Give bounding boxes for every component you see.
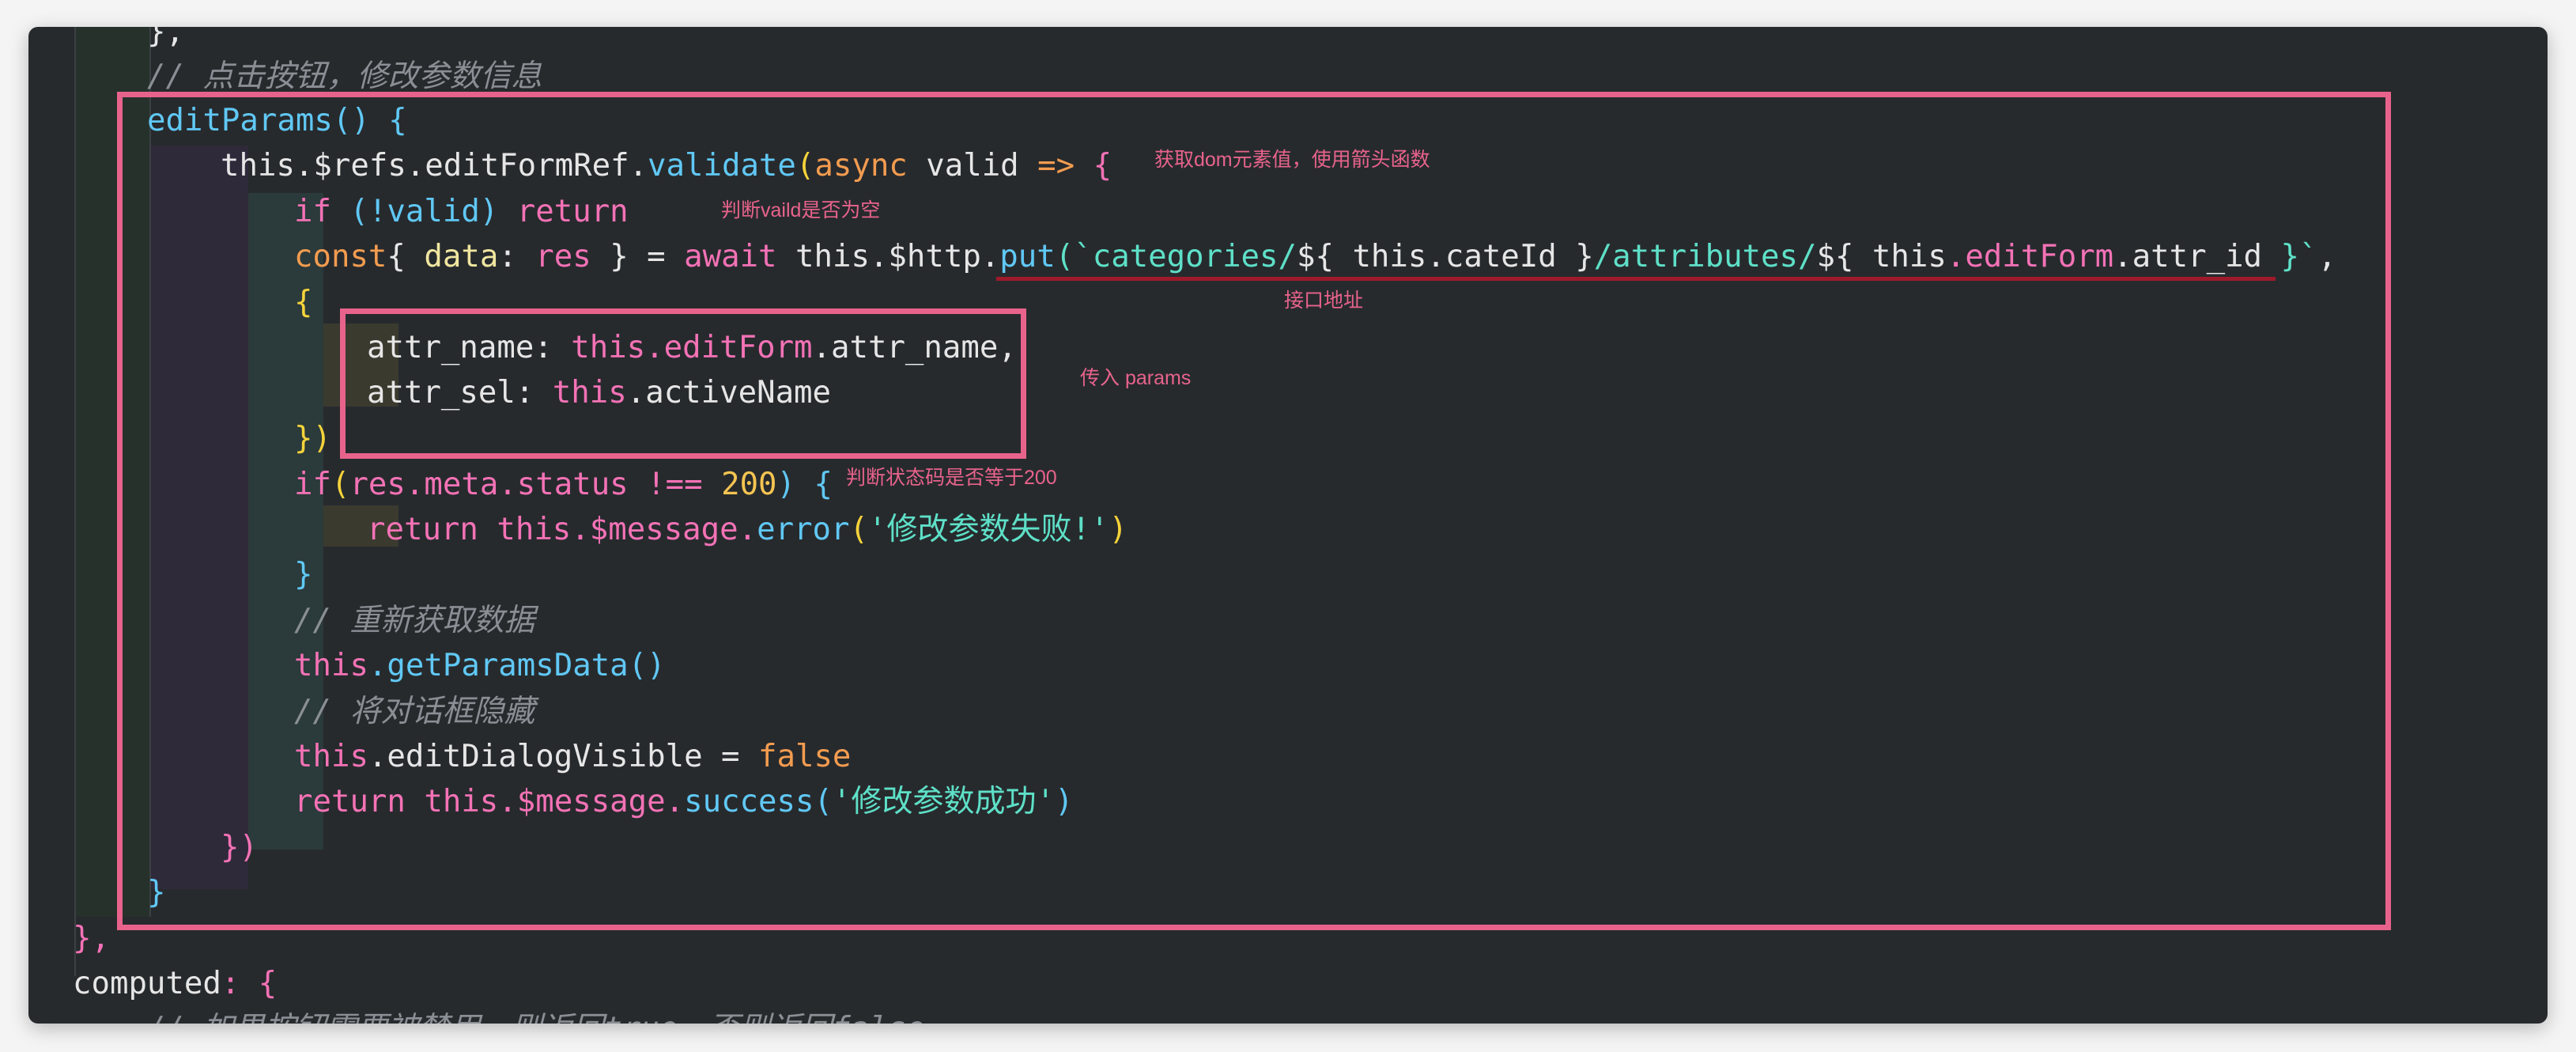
code-token: }, <box>73 921 110 956</box>
code-comment: // 如果按钮需要被禁用，则返回true，否则返回false <box>147 1011 925 1024</box>
code-line: }, <box>147 27 184 55</box>
code-token: }, <box>147 27 184 50</box>
annotation-status-check: 判断状态码是否等于200 <box>846 467 1057 489</box>
gutter-line <box>74 27 76 976</box>
code-token: computed <box>73 966 221 1001</box>
code-line: computed: { <box>73 961 277 1006</box>
annotation-api-url: 接口地址 <box>1284 289 1364 312</box>
code-line: }, <box>73 916 110 961</box>
url-underline <box>996 277 2276 281</box>
annotation-params: 传入 params <box>1080 367 1192 389</box>
code-comment: // 点击按钮，修改参数信息 <box>147 59 542 94</box>
code-line: // 如果按钮需要被禁用，则返回true，否则返回false <box>147 1006 925 1024</box>
params-highlight-box <box>340 308 1026 459</box>
code-token: : { <box>221 966 278 1001</box>
code-area[interactable]: }, // 点击按钮，修改参数信息 editParams() { this.$r… <box>28 27 2548 1024</box>
annotation-dom-value: 获取dom元素值，使用箭头函数 <box>1154 149 1430 171</box>
function-highlight-box <box>117 92 2391 930</box>
code-editor-window: }, // 点击按钮，修改参数信息 editParams() { this.$r… <box>28 27 2548 1024</box>
annotation-valid-check: 判断vaild是否为空 <box>721 199 881 221</box>
